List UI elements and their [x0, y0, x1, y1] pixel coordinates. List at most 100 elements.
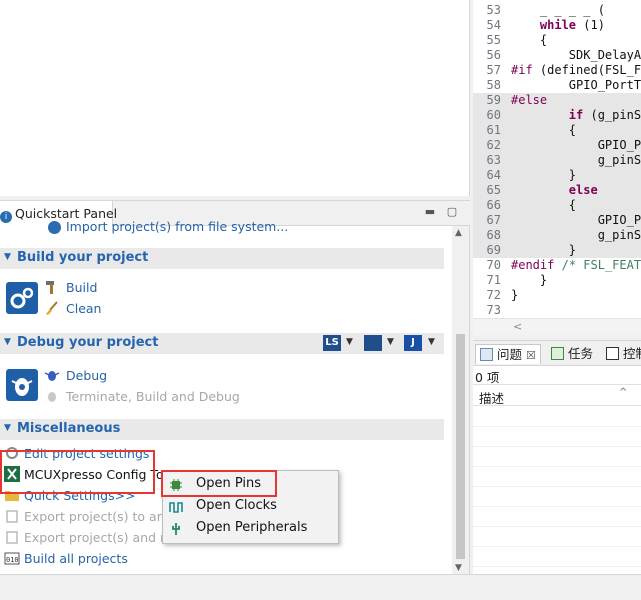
code-text: {	[511, 33, 548, 47]
problems-view: 0 项 描述 ^	[473, 366, 641, 574]
chevron-down-icon[interactable]: ▼	[387, 337, 394, 347]
scroll-left-arrow-icon[interactable]: <	[513, 320, 522, 333]
sort-caret-icon: ^	[619, 387, 628, 398]
export-references-icon	[4, 529, 20, 545]
line-number: 70	[486, 258, 501, 272]
code-line: 62 GPIO_Pi	[473, 138, 641, 153]
clean-link[interactable]: Clean	[66, 301, 101, 316]
code-line: 53 _ _ _ _ (	[473, 3, 641, 18]
code-text: }	[511, 168, 577, 182]
problems-column-header[interactable]: 描述 ^	[473, 384, 641, 406]
tasks-icon	[551, 347, 564, 360]
code-horizontal-scrollbar[interactable]: <	[473, 318, 641, 335]
clock-wave-icon	[169, 499, 183, 513]
line-number: 55	[486, 33, 501, 47]
build-all-projects-link[interactable]: Build all projects	[24, 551, 128, 566]
terminate-build-debug-link: Terminate, Build and Debug	[66, 389, 240, 404]
line-number: 68	[486, 228, 501, 242]
tab-tasks-label: 任务	[568, 346, 594, 361]
table-row	[473, 527, 641, 547]
code-text: {	[511, 123, 577, 137]
section-build[interactable]: ▼ Build your project	[0, 248, 444, 269]
peripheral-plug-icon	[169, 521, 183, 535]
chevron-down-icon[interactable]: ▼	[346, 337, 353, 347]
line-number: 56	[486, 48, 501, 62]
code-line: 56 SDK_DelayAt	[473, 48, 641, 63]
highlight-mcuxpresso-box	[0, 450, 155, 494]
menu-item-open-peripherals-label: Open Peripherals	[196, 520, 308, 535]
menu-item-open-peripherals[interactable]: Open Peripherals	[163, 517, 338, 539]
code-text: }	[511, 273, 548, 287]
line-number: 71	[486, 273, 501, 287]
scroll-down-arrow-icon[interactable]: ▼	[455, 563, 462, 573]
code-line: 55 {	[473, 33, 641, 48]
line-number: 73	[486, 303, 501, 317]
line-number: 65	[486, 183, 501, 197]
svg-text:010: 010	[6, 556, 19, 564]
code-line: 66 {	[473, 198, 641, 213]
code-line: 70 #endif /* FSL_FEATU	[473, 258, 641, 273]
import-link[interactable]: Import project(s) from file system...	[66, 219, 288, 234]
debug-bug-small-icon	[44, 367, 60, 383]
pemicro-debug-button[interactable]	[364, 335, 382, 351]
status-bar	[0, 574, 641, 600]
code-text: else	[568, 183, 598, 197]
code-line: 58 GPIO_PortTo	[473, 78, 641, 93]
export-archive-icon	[4, 508, 20, 524]
line-number: 62	[486, 138, 501, 152]
line-number: 64	[486, 168, 501, 182]
code-text: #if (defined(FSL_FE	[511, 63, 641, 77]
code-line: 71 }	[473, 273, 641, 288]
tab-problems[interactable]: 问题 ☒	[475, 344, 541, 364]
code-text: GPIO_PortTo	[511, 78, 641, 92]
jlink-debug-button[interactable]: J	[404, 335, 422, 351]
debug-link[interactable]: Debug	[66, 368, 107, 383]
build-all-binary-icon: 010	[4, 550, 20, 566]
code-editor[interactable]: 53 _ _ _ _ (54 while (1) 55 {56 SDK_Delay…	[473, 0, 641, 318]
highlight-open-pins-box	[161, 470, 277, 497]
expand-triangle-icon: ▼	[4, 252, 11, 262]
section-miscellaneous[interactable]: ▼ Miscellaneous	[0, 419, 444, 440]
build-link[interactable]: Build	[66, 280, 97, 295]
code-text: }	[511, 288, 519, 302]
line-number: 53	[486, 3, 501, 17]
code-line: 67 GPIO_Pi	[473, 213, 641, 228]
line-number: 63	[486, 153, 501, 167]
line-number: 60	[486, 108, 501, 122]
code-text: #else	[511, 93, 548, 107]
code-text: }	[511, 243, 577, 257]
scrollbar-thumb[interactable]	[456, 334, 465, 559]
code-line: 72}	[473, 288, 641, 303]
table-row	[473, 507, 641, 527]
table-row	[473, 467, 641, 487]
code-line: 54 while (1)	[473, 18, 641, 33]
maximize-icon[interactable]: ▢	[446, 206, 458, 218]
export-projects-references-link: Export project(s) and re	[24, 530, 173, 545]
code-text: g_pinSe	[511, 153, 641, 167]
code-line: 69 }	[473, 243, 641, 258]
code-text: SDK_DelayAt	[511, 48, 641, 62]
code-line: 64 }	[473, 168, 641, 183]
line-number: 57	[486, 63, 501, 77]
code-text: GPIO_Pi	[511, 213, 641, 227]
code-text: {	[511, 198, 577, 212]
table-row	[473, 487, 641, 507]
code-line: 60 if (g_pinSe	[473, 108, 641, 123]
table-row	[473, 407, 641, 427]
quickstart-vertical-scrollbar[interactable]: ▲ ▼	[452, 226, 469, 575]
linkserver-debug-button[interactable]: LS	[323, 335, 341, 351]
line-number: 61	[486, 123, 501, 137]
tab-tasks[interactable]: 任务	[551, 344, 593, 364]
tab-console[interactable]: 控制	[606, 344, 641, 364]
tab-console-label: 控制	[623, 346, 641, 361]
close-icon[interactable]: ☒	[526, 349, 536, 362]
quickstart-icon: i	[0, 211, 12, 223]
section-debug[interactable]: ▼ Debug your project LS ▼ ▼ J ▼	[0, 333, 444, 354]
menu-item-open-clocks[interactable]: Open Clocks	[163, 495, 338, 517]
code-text: if (g_pinSe	[568, 108, 641, 122]
chevron-down-icon[interactable]: ▼	[428, 337, 435, 347]
code-text: GPIO_Pi	[511, 138, 641, 152]
scroll-up-arrow-icon[interactable]: ▲	[455, 228, 462, 238]
minimize-icon[interactable]: ▬	[424, 206, 436, 218]
table-row	[473, 427, 641, 447]
